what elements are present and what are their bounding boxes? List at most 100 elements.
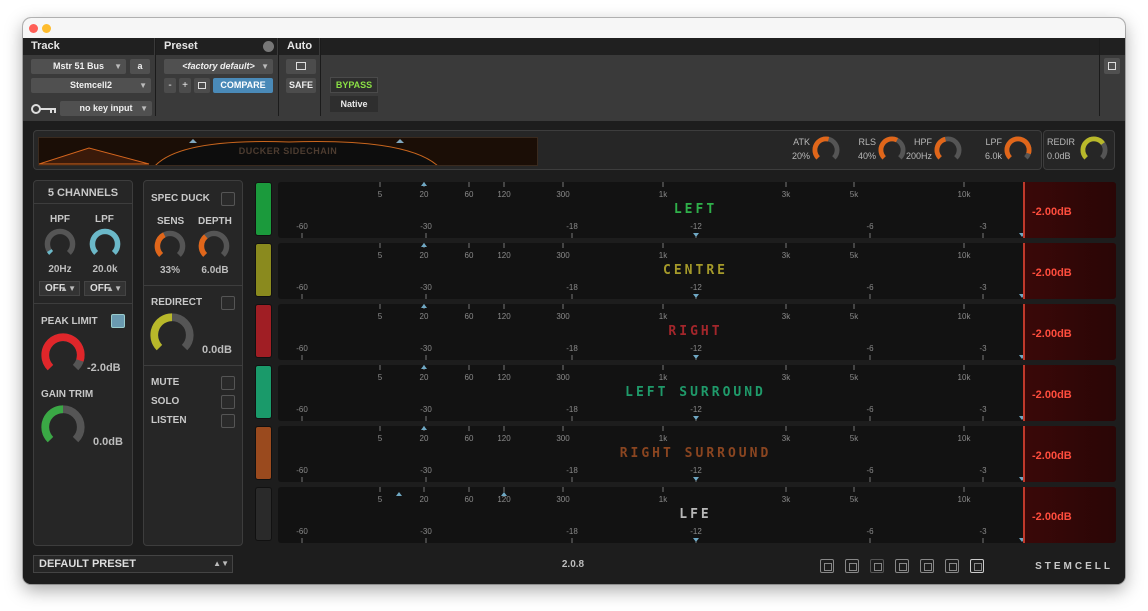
handle-marker[interactable]	[693, 294, 699, 298]
view-icon-3[interactable]	[870, 559, 884, 573]
freq-tick-label: 120	[497, 373, 511, 382]
channel-row[interactable]: 520601203001k3k5k10k20k-60-30-18-12-6-3-…	[278, 365, 1116, 421]
lpf-mode-select[interactable]: OFF ▲▼	[84, 281, 126, 296]
db-tick-label: -3	[979, 466, 987, 475]
channel-name: LFE	[679, 507, 712, 522]
lpf-value: 20.0k	[92, 264, 118, 275]
db-tick-label: -6	[866, 466, 874, 475]
channel-row[interactable]: 520601203001k3k5k10k20k-60-30-18-12-6-3-…	[278, 243, 1116, 299]
listen-checkbox[interactable]	[221, 414, 235, 428]
preset-prev-button[interactable]: -	[164, 78, 176, 93]
view-icon-2[interactable]	[845, 559, 859, 573]
redir-knob[interactable]	[1079, 135, 1109, 165]
freq-tick-label: 3k	[782, 190, 791, 199]
solo-checkbox[interactable]	[221, 395, 235, 409]
channel-row[interactable]: 520601203001k3k5k10k20k-60-30-18-12-6-3-…	[278, 426, 1116, 482]
channel-name: CENTRE	[663, 263, 728, 278]
preset-menu-icon[interactable]	[263, 41, 274, 52]
atk-knob[interactable]	[811, 135, 841, 165]
channel-color-1	[255, 182, 272, 236]
minimize-window-button[interactable]	[42, 24, 51, 33]
host-options-button[interactable]	[1104, 58, 1120, 74]
freq-tick-label: 60	[465, 312, 474, 321]
limiter-value: -2.00dB	[1032, 328, 1072, 340]
channel-select-label: a	[137, 61, 143, 71]
plugin-select[interactable]: Stemcell2 ▼	[31, 78, 151, 93]
bypass-button[interactable]: BYPASS	[330, 77, 378, 93]
redir-label: REDIR	[1047, 137, 1076, 147]
redirect-knob[interactable]	[148, 311, 196, 359]
lpf-knob-fill	[89, 228, 121, 255]
view-icon-6[interactable]	[945, 559, 959, 573]
handle-marker[interactable]	[396, 492, 402, 496]
depth-knob[interactable]	[197, 229, 231, 263]
freq-tick-label: 120	[497, 190, 511, 199]
preset-select[interactable]: <factory default> ▼	[164, 59, 273, 74]
divider	[1099, 38, 1100, 116]
handle-marker[interactable]	[693, 355, 699, 359]
handle-marker[interactable]	[421, 243, 427, 247]
channel-select[interactable]: a	[130, 59, 150, 74]
hpf-knob-fill	[46, 249, 54, 255]
redir-knob-fill	[1080, 136, 1105, 160]
lpf-knob[interactable]	[1003, 135, 1033, 165]
handle-marker[interactable]	[693, 538, 699, 542]
default-preset-select[interactable]: DEFAULT PRESET ▲▼	[33, 555, 233, 573]
mute-checkbox[interactable]	[221, 376, 235, 390]
view-icon-1[interactable]	[820, 559, 834, 573]
channel-row[interactable]: 520601203001k3k5k10k20k-60-30-18-12-6-3-…	[278, 182, 1116, 238]
view-icon-4[interactable]	[895, 559, 909, 573]
db-tick-label: -30	[420, 405, 432, 414]
handle-marker[interactable]	[421, 182, 427, 186]
channel-row[interactable]: 520601203001k3k5k10k20k-60-30-18-12-6-3-…	[278, 487, 1116, 543]
compare-button[interactable]: COMPARE	[213, 78, 273, 93]
channel-name: LEFT	[673, 202, 718, 217]
handle-marker[interactable]	[501, 492, 507, 496]
db-tick-label: -30	[420, 527, 432, 536]
handle-marker[interactable]	[421, 365, 427, 369]
view-icon-7[interactable]	[970, 559, 984, 573]
limiter-value: -2.00dB	[1032, 267, 1072, 279]
handle-marker[interactable]	[421, 304, 427, 308]
ducker-sidechain-display[interactable]: DUCKER SIDECHAIN	[38, 137, 538, 166]
freq-tick-label: 300	[556, 495, 570, 504]
limiter-zone: -2.00dB	[1023, 304, 1116, 360]
preset-copy-button[interactable]	[194, 78, 210, 93]
channel-name: LEFT SURROUND	[625, 385, 766, 400]
handle-marker[interactable]	[421, 426, 427, 430]
hpf-mode-select[interactable]: OFF ▲▼	[39, 281, 80, 296]
mute-label: MUTE	[151, 377, 180, 388]
safe-button[interactable]: SAFE	[286, 78, 316, 93]
hpf-knob[interactable]	[43, 227, 77, 261]
limiter-value: -2.00dB	[1032, 450, 1072, 462]
freq-tick-label: 3k	[782, 312, 791, 321]
handle-marker[interactable]	[693, 416, 699, 420]
handle-marker[interactable]	[693, 477, 699, 481]
handle-marker[interactable]	[693, 233, 699, 237]
divider	[143, 285, 243, 286]
depth-value: 6.0dB	[201, 265, 229, 276]
lpf-knob[interactable]	[88, 227, 122, 261]
db-tick-label: -3	[979, 283, 987, 292]
hpf-knob[interactable]	[933, 135, 963, 165]
key-input-select[interactable]: no key input ▼	[60, 101, 152, 116]
preset-next-button[interactable]: +	[179, 78, 191, 93]
track-select[interactable]: Mstr 51 Bus ▼	[31, 59, 126, 74]
peak-limit-knob[interactable]	[39, 331, 87, 379]
spec-duck-checkbox[interactable]	[221, 192, 235, 206]
close-window-button[interactable]	[29, 24, 38, 33]
atk-knob-fill	[812, 136, 830, 160]
auto-window-button[interactable]	[286, 59, 316, 74]
db-tick-label: -18	[566, 283, 578, 292]
limiter-zone: -2.00dB	[1023, 243, 1116, 299]
sens-knob[interactable]	[153, 229, 187, 263]
channel-row[interactable]: 520601203001k3k5k10k20k-60-30-18-12-6-3-…	[278, 304, 1116, 360]
freq-tick-label: 60	[465, 434, 474, 443]
redirect-checkbox[interactable]	[221, 296, 235, 310]
channels-title: 5 CHANNELS	[47, 187, 119, 199]
view-icon-5[interactable]	[920, 559, 934, 573]
channel-color-2	[255, 243, 272, 297]
peak-limit-checkbox[interactable]	[111, 314, 125, 328]
rls-value: 40%	[857, 151, 876, 161]
gain-trim-knob[interactable]	[39, 403, 87, 451]
